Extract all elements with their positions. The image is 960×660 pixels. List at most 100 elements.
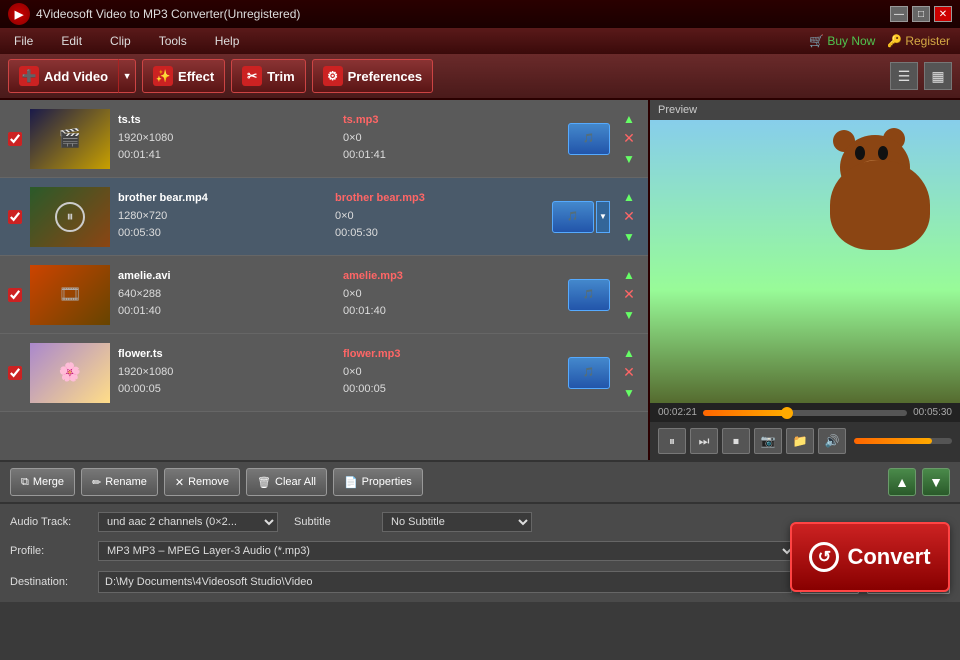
menu-file[interactable]: File — [10, 32, 37, 50]
view-list-button[interactable]: ☰ — [890, 62, 918, 90]
file-settings-0[interactable]: ▲ — [618, 110, 640, 128]
destination-input[interactable] — [98, 571, 792, 593]
preview-label: Preview — [650, 100, 960, 120]
add-video-icon: ➕ — [19, 66, 39, 86]
bottom-toolbar: ⧉ Merge ✏ Rename ✕ Remove 🗑 Clear All 📄 … — [0, 460, 960, 504]
clear-all-button[interactable]: 🗑 Clear All — [246, 468, 327, 496]
minimize-button[interactable]: — — [890, 6, 908, 22]
trim-button[interactable]: ✂ Trim — [231, 59, 305, 93]
key-icon: 🔑 — [887, 34, 902, 48]
titlebar: ▶ 4Videosoft Video to MP3 Converter(Unre… — [0, 0, 960, 28]
menu-edit[interactable]: Edit — [57, 32, 86, 50]
file-mp3-dropdown-1[interactable]: ▼ — [596, 201, 610, 233]
merge-button[interactable]: ⧉ Merge — [10, 468, 75, 496]
profile-select[interactable]: MP3 MP3 – MPEG Layer-3 Audio (*.mp3) — [98, 541, 796, 561]
pause-overlay-icon: ⏸ — [55, 202, 85, 232]
file-mp3-btn-0[interactable]: 🎵 — [568, 123, 610, 155]
volume-track[interactable] — [854, 438, 952, 444]
subtitle-select[interactable]: No Subtitle — [382, 512, 532, 532]
screenshot-button[interactable]: 📷 — [754, 428, 782, 454]
file-down-2[interactable]: ▼ — [618, 306, 640, 324]
main-area: 🎬 ts.ts 1920×1080 00:01:41 ts.mp3 0×0 00… — [0, 100, 960, 460]
preferences-button[interactable]: ⚙ Preferences — [312, 59, 433, 93]
remove-button[interactable]: ✕ Remove — [164, 468, 240, 496]
file-action-btns-3: ▲ ✕ ▼ — [618, 344, 640, 402]
file-info-3: flower.ts 1920×1080 00:00:05 — [118, 346, 335, 399]
stop-button[interactable]: ⏹ — [722, 428, 750, 454]
file-output-3: flower.mp3 0×0 00:00:05 — [343, 346, 560, 399]
audio-track-select[interactable]: und aac 2 channels (0×2... — [98, 512, 278, 532]
register-button[interactable]: 🔑 Register — [887, 34, 950, 48]
file-info-0: ts.ts 1920×1080 00:01:41 — [118, 112, 335, 165]
table-row: 🎞 amelie.avi 640×288 00:01:40 amelie.mp3… — [0, 256, 648, 334]
table-row: ⏸ brother bear.mp4 1280×720 00:05:30 bro… — [0, 178, 648, 256]
preview-controls: ⏸ ⏭ ⏹ 📷 📁 🔊 — [650, 422, 960, 460]
file-down-1[interactable]: ▼ — [618, 228, 640, 246]
file-settings-1[interactable]: ▲ — [618, 188, 640, 206]
file-mp3-wrap-1: 🎵 ▼ — [552, 201, 610, 233]
file-remove-3[interactable]: ✕ — [618, 364, 640, 382]
file-remove-1[interactable]: ✕ — [618, 208, 640, 226]
add-video-button[interactable]: ➕ Add Video — [8, 59, 118, 93]
time-total: 00:05:30 — [913, 407, 952, 418]
trim-icon: ✂ — [242, 66, 262, 86]
file-action-btns-0: ▲ ✕ ▼ — [618, 110, 640, 168]
file-remove-0[interactable]: ✕ — [618, 130, 640, 148]
app-title: 4Videosoft Video to MP3 Converter(Unregi… — [36, 7, 300, 21]
file-mp3-btn-3[interactable]: 🎵 — [568, 357, 610, 389]
folder-button[interactable]: 📁 — [786, 428, 814, 454]
file-info-2: amelie.avi 640×288 00:01:40 — [118, 268, 335, 321]
volume-fill — [854, 438, 932, 444]
file-thumbnail-2: 🎞 — [30, 265, 110, 325]
file-action-btns-1: ▲ ✕ ▼ — [618, 188, 640, 246]
file-thumbnail-1: ⏸ — [30, 187, 110, 247]
file-list: 🎬 ts.ts 1920×1080 00:01:41 ts.mp3 0×0 00… — [0, 100, 650, 460]
file-remove-2[interactable]: ✕ — [618, 286, 640, 304]
rename-icon: ✏ — [92, 476, 101, 489]
preview-panel: Preview 00:02:21 00:05:30 ⏸ ⏭ ⏹ — [650, 100, 960, 460]
convert-button[interactable]: ↺ Convert — [790, 522, 950, 592]
rename-button[interactable]: ✏ Rename — [81, 468, 158, 496]
menu-help[interactable]: Help — [211, 32, 244, 50]
bear-eye-left — [855, 146, 865, 160]
file-settings-3[interactable]: ▲ — [618, 344, 640, 362]
bear-eye-right — [878, 146, 888, 160]
destination-label: Destination: — [10, 576, 90, 588]
file-checkbox-3[interactable] — [8, 366, 22, 380]
step-forward-button[interactable]: ⏭ — [690, 428, 718, 454]
view-grid-button[interactable]: ▦ — [924, 62, 952, 90]
thumb-icon-0: 🎬 — [59, 128, 81, 149]
menu-clip[interactable]: Clip — [106, 32, 135, 50]
file-down-3[interactable]: ▼ — [618, 384, 640, 402]
file-mp3-btn-1[interactable]: 🎵 — [552, 201, 594, 233]
maximize-button[interactable]: □ — [912, 6, 930, 22]
buy-now-button[interactable]: 🛒 Buy Now — [809, 34, 875, 48]
close-button[interactable]: ✕ — [934, 6, 952, 22]
move-down-button[interactable]: ▼ — [922, 468, 950, 496]
file-checkbox-2[interactable] — [8, 288, 22, 302]
subtitle-label: Subtitle — [294, 516, 374, 528]
titlebar-controls[interactable]: — □ ✕ — [890, 6, 952, 22]
timeline-track[interactable] — [703, 410, 907, 416]
properties-button[interactable]: 📄 Properties — [333, 468, 423, 496]
effect-button[interactable]: ✨ Effect — [142, 59, 225, 93]
profile-label: Profile: — [10, 545, 90, 557]
file-settings-2[interactable]: ▲ — [618, 266, 640, 284]
file-checkbox-1[interactable] — [8, 210, 22, 224]
properties-icon: 📄 — [344, 476, 358, 489]
add-video-dropdown[interactable]: ▼ — [118, 59, 136, 93]
file-mp3-btn-2[interactable]: 🎵 — [568, 279, 610, 311]
menubar: File Edit Clip Tools Help 🛒 Buy Now 🔑 Re… — [0, 28, 960, 54]
time-current: 00:02:21 — [658, 407, 697, 418]
table-row: 🎬 ts.ts 1920×1080 00:01:41 ts.mp3 0×0 00… — [0, 100, 648, 178]
file-info-1: brother bear.mp4 1280×720 00:05:30 — [118, 190, 327, 243]
menu-tools[interactable]: Tools — [155, 32, 191, 50]
file-checkbox-0[interactable] — [8, 132, 22, 146]
preview-timeline: 00:02:21 00:05:30 — [650, 403, 960, 422]
file-down-0[interactable]: ▼ — [618, 150, 640, 168]
convert-icon: ↺ — [809, 542, 839, 572]
move-up-button[interactable]: ▲ — [888, 468, 916, 496]
pause-button[interactable]: ⏸ — [658, 428, 686, 454]
effect-icon: ✨ — [153, 66, 173, 86]
file-action-btns-2: ▲ ✕ ▼ — [618, 266, 640, 324]
